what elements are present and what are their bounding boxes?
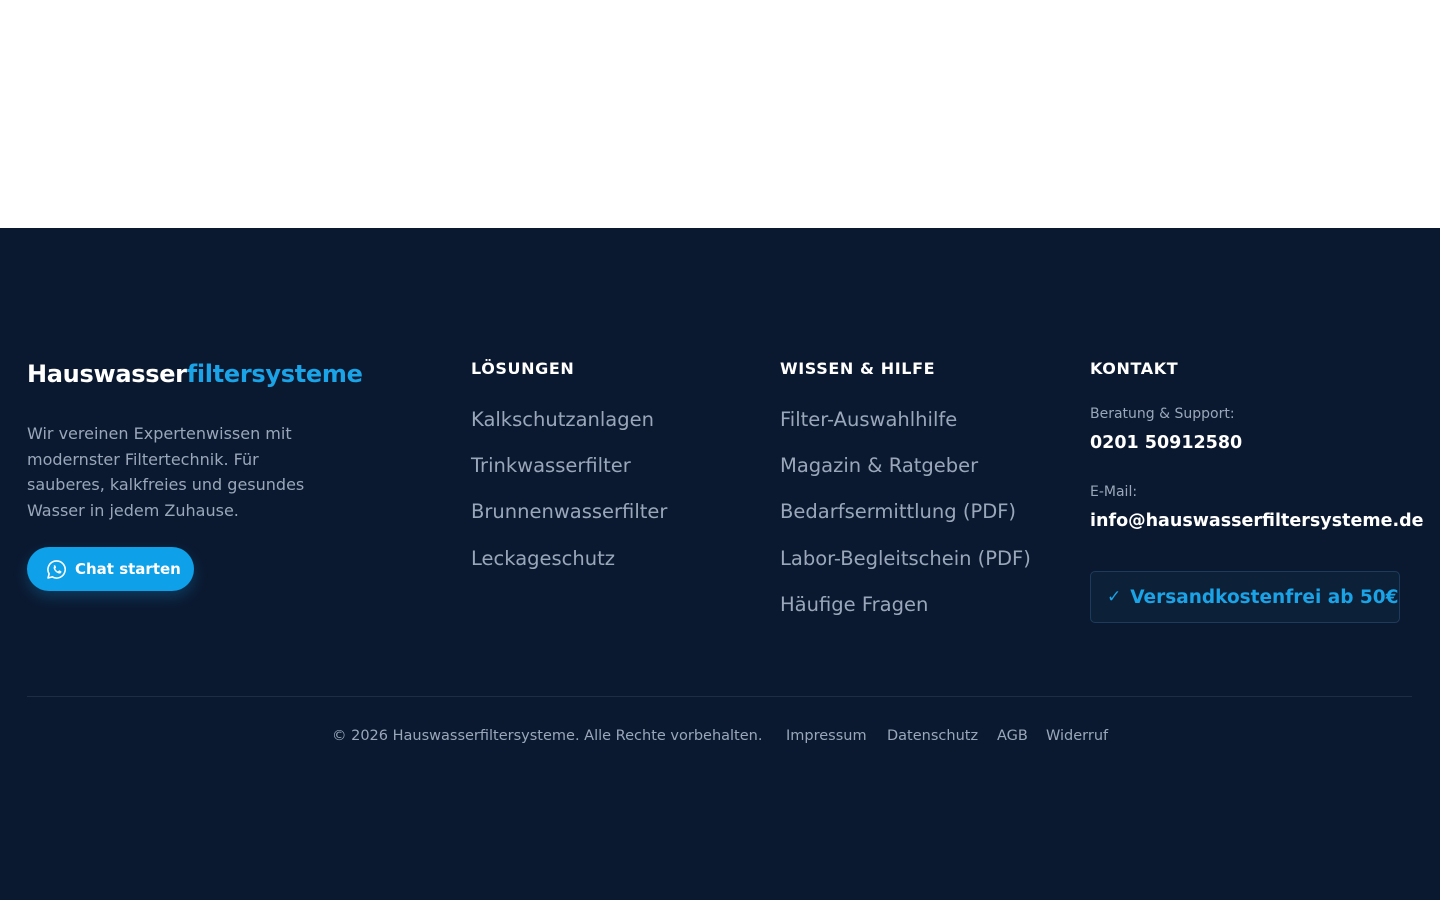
footer-link-kalkschutzanlagen[interactable]: Kalkschutzanlagen bbox=[471, 408, 654, 431]
footer-link-labor-begleitschein[interactable]: Labor-Begleitschein (PDF) bbox=[780, 547, 1031, 570]
column-title-kontakt: KONTAKT bbox=[1090, 359, 1179, 378]
page-content-area bbox=[0, 0, 1440, 228]
brand-logo[interactable]: Hauswasserfiltersysteme bbox=[27, 360, 363, 388]
whatsapp-icon bbox=[46, 559, 67, 580]
footer-link-bedarfsermittlung[interactable]: Bedarfsermittlung (PDF) bbox=[780, 500, 1016, 523]
support-label: Beratung & Support: bbox=[1090, 406, 1235, 422]
footer-link-trinkwasserfilter[interactable]: Trinkwasserfilter bbox=[471, 454, 631, 477]
footer-link-leckageschutz[interactable]: Leckageschutz bbox=[471, 547, 615, 570]
legal-link-impressum[interactable]: Impressum bbox=[786, 728, 867, 744]
footer-bottom-bar: © 2026 Hauswasserfiltersysteme. Alle Rec… bbox=[0, 728, 1440, 748]
copyright-text: © 2026 Hauswasserfiltersysteme. Alle Rec… bbox=[332, 728, 763, 744]
footer-link-haeufige-fragen[interactable]: Häufige Fragen bbox=[780, 593, 928, 616]
column-title-loesungen: LÖSUNGEN bbox=[471, 359, 575, 378]
chat-start-button[interactable]: Chat starten bbox=[27, 547, 194, 591]
support-phone-link[interactable]: 0201 50912580 bbox=[1090, 433, 1242, 453]
brand-logo-part1: Hauswasser bbox=[27, 360, 187, 388]
support-email-link[interactable]: info@hauswasserfiltersysteme.de bbox=[1090, 511, 1424, 531]
footer-divider bbox=[27, 696, 1412, 697]
legal-link-datenschutz[interactable]: Datenschutz bbox=[887, 728, 978, 744]
chat-start-label: Chat starten bbox=[75, 560, 181, 578]
free-shipping-text: Versandkostenfrei ab 50€ bbox=[1130, 586, 1399, 608]
free-shipping-badge: ✓ Versandkostenfrei ab 50€ bbox=[1090, 571, 1400, 623]
legal-link-widerruf[interactable]: Widerruf bbox=[1046, 728, 1108, 744]
legal-link-agb[interactable]: AGB bbox=[997, 728, 1028, 744]
footer-tagline: Wir vereinen Expertenwissen mit modernst… bbox=[27, 424, 305, 520]
brand-logo-part2: filtersysteme bbox=[186, 360, 363, 388]
site-footer: Hauswasserfiltersysteme Wir vereinen Exp… bbox=[0, 228, 1440, 900]
column-title-wissen-hilfe: WISSEN & HILFE bbox=[780, 359, 936, 378]
footer-link-filter-auswahlhilfe[interactable]: Filter-Auswahlhilfe bbox=[780, 408, 957, 431]
check-icon: ✓ bbox=[1107, 587, 1122, 607]
footer-link-brunnenwasserfilter[interactable]: Brunnenwasserfilter bbox=[471, 500, 667, 523]
footer-link-magazin-ratgeber[interactable]: Magazin & Ratgeber bbox=[780, 454, 978, 477]
email-label: E-Mail: bbox=[1090, 484, 1138, 500]
